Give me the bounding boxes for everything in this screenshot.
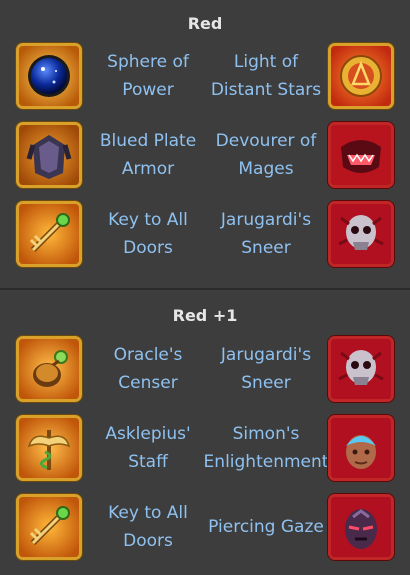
key-to-all-doors-icon[interactable] — [16, 201, 82, 267]
section-title: Red — [187, 14, 223, 33]
item-name: Jarugardi's Sneer — [220, 210, 312, 258]
item-name: Simon's Enlightenment — [203, 424, 329, 472]
section-title: Red +1 — [172, 306, 238, 325]
item-name: Blued Plate Armor — [99, 131, 197, 179]
oracles-censer-icon[interactable] — [16, 336, 82, 402]
item-name: Piercing Gaze — [208, 517, 324, 537]
item-row: Key to All Doors Jarugardi's Sneer — [0, 199, 410, 269]
item-row: Sphere of Power Light of Distant Stars — [0, 41, 410, 111]
item-name: Asklepius' Staff — [105, 424, 191, 472]
item-name: Oracle's Censer — [113, 345, 183, 393]
item-row: Key to All Doors Piercing Gaze — [0, 492, 410, 562]
section-divider — [0, 288, 410, 290]
section-red-plus-one: Red +1 — [0, 305, 410, 327]
light-of-distant-stars-icon[interactable] — [328, 43, 394, 109]
jarugardis-sneer-icon[interactable] — [328, 201, 394, 267]
item-name: Sphere of Power — [107, 52, 189, 100]
item-name: Key to All Doors — [108, 210, 188, 258]
piercing-gaze-icon[interactable] — [328, 494, 394, 560]
item-name: Key to All Doors — [108, 503, 188, 551]
key-to-all-doors-icon[interactable] — [16, 494, 82, 560]
sphere-of-power-icon[interactable] — [16, 43, 82, 109]
section-red: Red — [0, 13, 410, 35]
item-row: Blued Plate Armor Devourer of Mages — [0, 120, 410, 190]
simons-enlightenment-icon[interactable] — [328, 415, 394, 481]
item-name: Devourer of Mages — [215, 131, 317, 179]
item-name: Jarugardi's Sneer — [220, 345, 312, 393]
item-row: Asklepius' Staff Simon's Enlightenment — [0, 413, 410, 483]
asklepius-staff-icon[interactable] — [16, 415, 82, 481]
devourer-of-mages-icon[interactable] — [328, 122, 394, 188]
item-name: Light of Distant Stars — [210, 52, 322, 100]
blued-plate-armor-icon[interactable] — [16, 122, 82, 188]
item-row: Oracle's Censer Jarugardi's Sneer — [0, 334, 410, 404]
jarugardis-sneer-icon[interactable] — [328, 336, 394, 402]
